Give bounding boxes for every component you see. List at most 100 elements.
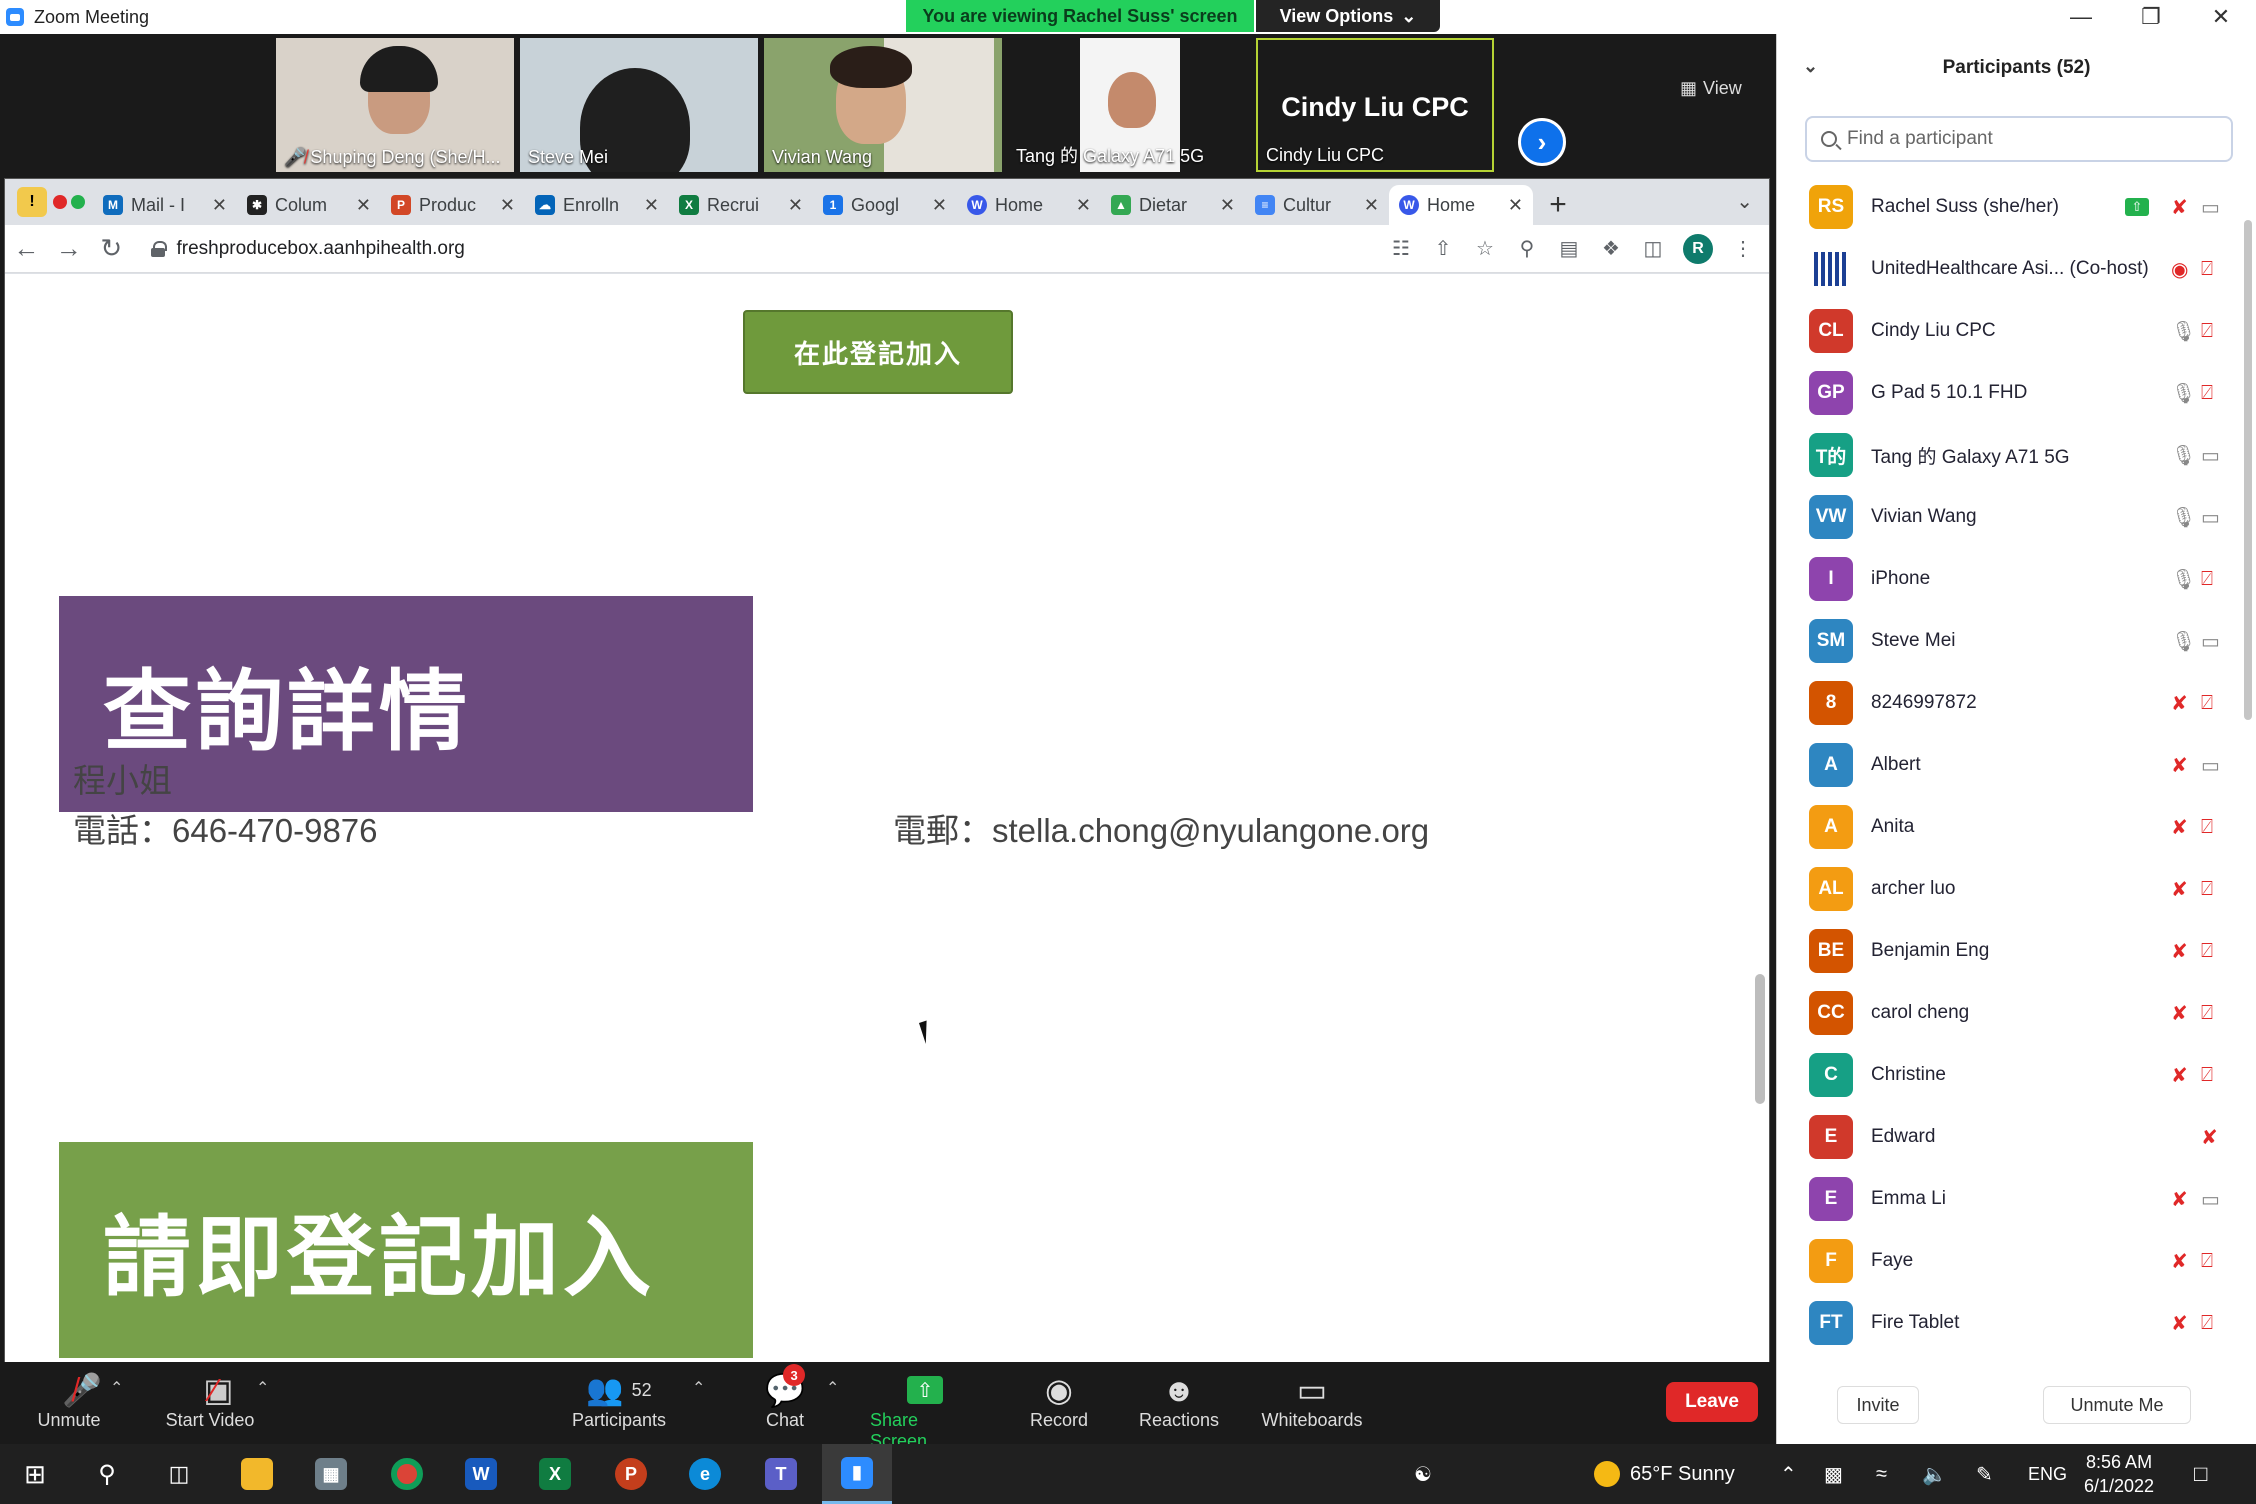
- video-on-icon[interactable]: ▭: [2201, 1187, 2220, 1212]
- mic-on-icon[interactable]: 🎙: [2171, 567, 2196, 592]
- video-off-icon[interactable]: ⍁: [2201, 816, 2213, 839]
- start-button[interactable]: ⊞: [0, 1444, 70, 1504]
- mic-off-icon[interactable]: ✘: [2201, 1125, 2218, 1150]
- taskbar-file-explorer[interactable]: [222, 1444, 292, 1504]
- forward-arrow-icon[interactable]: →: [48, 233, 91, 264]
- browser-tab[interactable]: 1 Googl ✕: [813, 185, 957, 225]
- browser-tab[interactable]: W Home ✕: [957, 185, 1101, 225]
- mic-off-icon[interactable]: ✘: [2171, 691, 2188, 716]
- back-arrow-icon[interactable]: ←: [5, 233, 48, 264]
- close-tab-icon[interactable]: ✕: [788, 195, 803, 216]
- browser-tab[interactable]: P Produc ✕: [381, 185, 525, 225]
- restore-icon[interactable]: ❐: [2116, 0, 2186, 34]
- participant-row[interactable]: E Emma Li ✘ ▭: [1777, 1168, 2241, 1230]
- page-scrollbar[interactable]: [1755, 974, 1765, 1104]
- video-tile[interactable]: Steve Mei: [520, 38, 758, 172]
- participant-row[interactable]: UnitedHealthcare Asi... (Co-host) ◉ ⍁: [1777, 238, 2241, 300]
- audio-options-caret-icon[interactable]: ⌃: [110, 1378, 123, 1398]
- video-off-icon[interactable]: ⍁: [2201, 1250, 2213, 1273]
- mic-on-icon[interactable]: 🎙: [2171, 505, 2196, 530]
- minimize-icon[interactable]: —: [2046, 0, 2116, 34]
- participant-row[interactable]: C Christine ✘ ⍁: [1777, 1044, 2241, 1106]
- browser-tab-active[interactable]: W Home ✕: [1389, 185, 1533, 225]
- browser-tab[interactable]: ≡ Cultur ✕: [1245, 185, 1389, 225]
- mic-on-icon[interactable]: 🎙: [2171, 381, 2196, 406]
- participant-row[interactable]: FT Fire Tablet ✘ ⍁: [1777, 1292, 2241, 1354]
- taskbar-powerpoint[interactable]: P: [596, 1444, 666, 1504]
- video-tile[interactable]: Vivian Wang: [764, 38, 1002, 172]
- video-off-icon[interactable]: ⍁: [2201, 258, 2213, 281]
- participant-row[interactable]: CL Cindy Liu CPC 🎙 ⍁: [1777, 300, 2241, 362]
- participant-row[interactable]: AL archer luo ✘ ⍁: [1777, 858, 2241, 920]
- participant-row[interactable]: RS Rachel Suss (she/her) ⇧ ✘ ▭: [1777, 176, 2241, 238]
- tab-search-chevron-icon[interactable]: ⌄: [1736, 189, 1753, 214]
- system-clock[interactable]: 8:56 AM 6/1/2022: [2084, 1450, 2154, 1498]
- participant-row[interactable]: VW Vivian Wang 🎙 ▭: [1777, 486, 2241, 548]
- mic-on-icon[interactable]: 🎙: [2171, 629, 2196, 654]
- extension-icon[interactable]: ⚲: [1515, 237, 1539, 261]
- close-tab-icon[interactable]: ✕: [356, 195, 371, 216]
- mic-off-icon[interactable]: ✘: [2171, 753, 2188, 778]
- video-on-icon[interactable]: ▭: [2201, 195, 2220, 220]
- close-tab-icon[interactable]: ✕: [1076, 195, 1091, 216]
- people-icon[interactable]: ☯: [1414, 1444, 1432, 1504]
- close-icon[interactable]: ✕: [2186, 0, 2256, 34]
- panel-scrollbar[interactable]: [2244, 220, 2252, 720]
- video-off-icon[interactable]: ⍁: [2201, 568, 2213, 591]
- reactions-button[interactable]: ☻ Reactions: [1136, 1370, 1222, 1431]
- video-tile-active-speaker[interactable]: Cindy Liu CPC Cindy Liu CPC: [1256, 38, 1494, 172]
- reload-icon[interactable]: ↻: [90, 233, 133, 264]
- video-options-caret-icon[interactable]: ⌃: [256, 1378, 269, 1398]
- participant-row[interactable]: T的 Tang 的 Galaxy A71 5G 🎙 ▭: [1777, 424, 2241, 486]
- mic-on-icon[interactable]: 🎙: [2171, 443, 2196, 468]
- participant-row[interactable]: E Edward ✘: [1777, 1106, 2241, 1168]
- leave-button[interactable]: Leave: [1666, 1382, 1758, 1422]
- address-bar[interactable]: freshproducebox.aanhpihealth.org: [143, 231, 1389, 267]
- taskbar-excel[interactable]: X: [520, 1444, 590, 1504]
- video-tile[interactable]: Tang 的 Galaxy A71 5G: [1008, 38, 1246, 172]
- task-view-button[interactable]: ◫: [144, 1444, 214, 1504]
- mic-off-icon[interactable]: ✘: [2171, 1187, 2188, 1212]
- close-tab-icon[interactable]: ✕: [1220, 195, 1235, 216]
- profile-avatar[interactable]: R: [1683, 233, 1713, 264]
- start-video-button[interactable]: ▣ ∕ Start Video: [160, 1370, 260, 1431]
- participant-row[interactable]: A Albert ✘ ▭: [1777, 734, 2241, 796]
- video-off-icon[interactable]: ⍁: [2201, 320, 2213, 343]
- participant-search-input[interactable]: Find a participant: [1805, 116, 2233, 162]
- participant-row[interactable]: 8 8246997872 ✘ ⍁: [1777, 672, 2241, 734]
- close-tab-icon[interactable]: ✕: [500, 195, 515, 216]
- video-off-icon[interactable]: ⍁: [2201, 878, 2213, 901]
- mic-off-icon[interactable]: ✘: [2171, 1001, 2188, 1026]
- chat-caret-icon[interactable]: ⌃: [826, 1378, 839, 1398]
- battery-icon[interactable]: ▩: [1824, 1444, 1843, 1504]
- record-button[interactable]: ◉ Record: [1026, 1370, 1092, 1431]
- close-tab-icon[interactable]: ✕: [212, 195, 227, 216]
- taskbar-zoom[interactable]: ▮: [822, 1444, 892, 1504]
- participant-row[interactable]: BE Benjamin Eng ✘ ⍁: [1777, 920, 2241, 982]
- bookmark-star-icon[interactable]: ☆: [1473, 237, 1497, 261]
- next-page-arrow-icon[interactable]: ›: [1518, 118, 1566, 166]
- mic-on-icon[interactable]: 🎙: [2171, 319, 2196, 344]
- show-hidden-icons-chevron-icon[interactable]: ⌃: [1780, 1444, 1797, 1504]
- participant-row[interactable]: CC carol cheng ✘ ⍁: [1777, 982, 2241, 1044]
- wifi-icon[interactable]: ≈: [1876, 1444, 1887, 1504]
- browser-tab[interactable]: X Recrui ✕: [669, 185, 813, 225]
- participant-row[interactable]: GP G Pad 5 10.1 FHD 🎙 ⍁: [1777, 362, 2241, 424]
- video-on-icon[interactable]: ▭: [2201, 629, 2220, 654]
- participant-row[interactable]: SM Steve Mei 🎙 ▭: [1777, 610, 2241, 672]
- contact-email[interactable]: 電郵：stella.chong@nyulangone.org: [893, 804, 1429, 852]
- brave-shield-icon[interactable]: !: [17, 187, 47, 217]
- whiteboards-button[interactable]: ▭ Whiteboards: [1256, 1370, 1368, 1431]
- close-tab-icon[interactable]: ✕: [932, 195, 947, 216]
- pen-icon[interactable]: ✎: [1976, 1444, 1993, 1504]
- mic-off-icon[interactable]: ✘: [2171, 815, 2188, 840]
- participants-caret-icon[interactable]: ⌃: [692, 1378, 705, 1398]
- video-off-icon[interactable]: ⍁: [2201, 940, 2213, 963]
- participant-row[interactable]: F Faye ✘ ⍁: [1777, 1230, 2241, 1292]
- browser-tab[interactable]: ☁ Enrolln ✕: [525, 185, 669, 225]
- participant-row[interactable]: IiPhone 🎙 ⍁: [1777, 548, 2241, 610]
- mic-off-icon[interactable]: ✘: [2171, 1311, 2188, 1336]
- weather-widget[interactable]: 65°F Sunny: [1594, 1444, 1735, 1504]
- mic-off-icon[interactable]: ✘: [2171, 877, 2188, 902]
- cloud-record-icon[interactable]: ◉: [2171, 257, 2188, 282]
